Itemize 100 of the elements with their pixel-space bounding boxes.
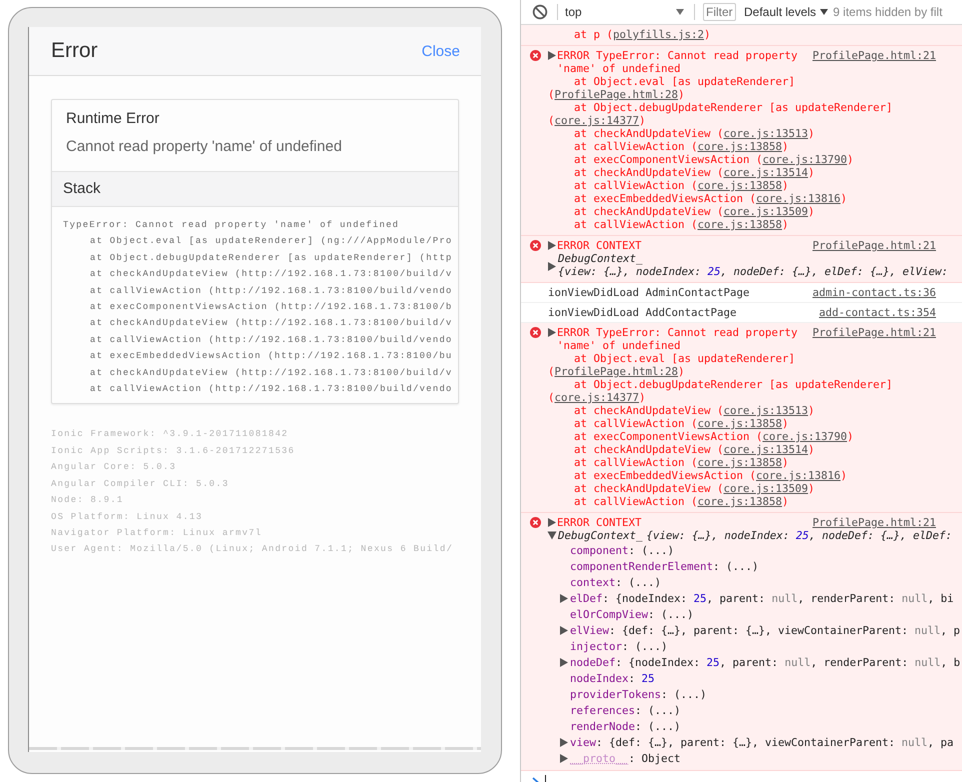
stack-line: at callViewAction (http://192.168.1.73:8100/build/vendo xyxy=(90,383,452,396)
error-icon xyxy=(530,517,540,528)
environment-line: OS Platform: Linux 4.13 xyxy=(51,510,203,524)
source-link[interactable]: admin-contact.ts:36 xyxy=(812,286,936,299)
source-link[interactable]: core.js:13790 xyxy=(762,430,848,443)
error-title: Runtime Error xyxy=(66,110,160,128)
expand-triangle-icon[interactable] xyxy=(548,532,556,540)
stack-line: at checkAndUpdateView (http://192.168.1.73:8100/build/v xyxy=(90,366,452,380)
object-preview: {view: {…}, nodeIndex: 25, nodeDef: {…}, elDef: xyxy=(646,529,952,542)
stack-line: at callViewAction (http://192.168.1.73:8100/build/vendo xyxy=(90,334,452,347)
environment-line: Angular Compiler CLI: 5.0.3 xyxy=(51,478,229,491)
filter-field[interactable]: Filter xyxy=(703,3,736,21)
source-link[interactable]: core.js:13858 xyxy=(698,417,782,430)
stack-header: Stack xyxy=(52,171,458,207)
source-link[interactable]: core.js:13509 xyxy=(724,205,808,218)
source-link[interactable]: ProfilePage.html:21 xyxy=(812,49,936,62)
expand-triangle-icon[interactable] xyxy=(548,518,556,527)
property-line: view: {def: {…}, parent: {…}, viewContainerParent: null, pa xyxy=(570,736,954,748)
source-link[interactable]: core.js:13858 xyxy=(698,456,782,469)
source-link[interactable]: core.js:13858 xyxy=(698,495,782,508)
source-link[interactable]: core.js:13514 xyxy=(724,166,808,179)
source-link[interactable]: ProfilePage.html:21 xyxy=(812,516,936,529)
source-link[interactable]: core.js:14377 xyxy=(554,114,640,127)
error-text: ERROR CONTEXT xyxy=(557,516,643,529)
stack-line: TypeError: Cannot read property 'name' of undefined xyxy=(63,219,400,232)
source-link[interactable]: core.js:13816 xyxy=(756,469,841,482)
expand-triangle-icon[interactable] xyxy=(548,262,556,270)
stack-line: at checkAndUpdateView (http://192.168.1.73:8100/build/v xyxy=(90,317,452,330)
object-label: DebugContext_ xyxy=(558,529,643,542)
expand-triangle-icon[interactable] xyxy=(560,658,568,666)
property-line: component: (...) xyxy=(570,544,674,556)
source-link[interactable]: ProfilePage.html:21 xyxy=(812,326,936,339)
stack-frame: at callViewAction (core.js:13858) xyxy=(548,456,936,469)
stack-frame: at checkAndUpdateView (core.js:13514) xyxy=(548,443,936,456)
source-link[interactable]: ProfilePage.html:21 xyxy=(812,239,936,252)
property-line: renderNode: (...) xyxy=(570,720,681,732)
expand-triangle-icon[interactable] xyxy=(548,328,556,337)
environment-line: User Agent: Mozilla/5.0 (Linux; Android 7.1.1; Nexus 6 Build/ xyxy=(51,543,454,556)
levels-select[interactable]: Default levels xyxy=(744,5,828,19)
source-link[interactable]: core.js:13858 xyxy=(698,179,782,192)
property-line: injector: (...) xyxy=(570,640,668,652)
stack-frame: at execEmbeddedViewsAction (core.js:13816) xyxy=(548,469,936,482)
property-line: elDef: {nodeIndex: 25, parent: null, renderParent: null, bi xyxy=(570,592,954,604)
stack-frame: at callViewAction (core.js:13858) xyxy=(548,417,936,430)
context-select[interactable]: top xyxy=(558,5,689,19)
property-line: elOrCompView: (...) xyxy=(570,608,694,620)
source-link[interactable]: core.js:14377 xyxy=(554,391,640,404)
dropdown-icon xyxy=(676,9,684,15)
stack-frame: at callViewAction (core.js:13858) xyxy=(548,218,936,231)
stack-line: at execEmbeddedViewsAction (http://192.168.1.73:8100/bu xyxy=(90,350,452,364)
stack-frame: at callViewAction (core.js:13858) xyxy=(548,179,936,192)
stack-frame: at checkAndUpdateView (core.js:13509) xyxy=(548,482,936,495)
property-line: __proto__: Object xyxy=(570,752,681,764)
stack-frame: at checkAndUpdateView (core.js:13513) xyxy=(548,404,936,417)
stack-frame: at checkAndUpdateView (core.js:13509) xyxy=(548,205,936,218)
stack-frame: at execComponentViewsAction (core.js:13790) xyxy=(548,153,936,166)
environment-line: Ionic Framework: ^3.9.1-201711081842 xyxy=(51,428,288,442)
stack-line: at Object.debugUpdateRenderer [as updateRenderer] (http xyxy=(90,252,452,265)
stack-frame: at Object.eval [as updateRenderer] (ProfilePage.html:28) xyxy=(548,352,936,378)
property-line: context: (...) xyxy=(570,576,662,588)
stack-frame: at callViewAction (core.js:13858) xyxy=(548,495,936,508)
source-link[interactable]: core.js:13514 xyxy=(724,443,808,456)
log-text: ionViewDidLoad AddContactPage xyxy=(548,306,738,319)
log-text: ionViewDidLoad AdminContactPage xyxy=(548,286,751,299)
expand-triangle-icon[interactable] xyxy=(560,594,568,602)
source-link[interactable]: add-contact.ts:354 xyxy=(818,306,936,319)
environment-line: Angular Core: 5.0.3 xyxy=(51,461,176,474)
source-link[interactable]: polyfills.js:2 xyxy=(613,28,704,41)
error-icon xyxy=(530,327,540,338)
stack-frame: at Object.eval [as updateRenderer] (ProfilePage.html:28) xyxy=(548,75,936,101)
property-line: providerTokens: (...) xyxy=(570,688,707,700)
source-link[interactable]: core.js:13858 xyxy=(698,140,782,153)
error-icon xyxy=(530,50,540,61)
source-link[interactable]: core.js:13816 xyxy=(756,192,841,205)
expand-triangle-icon[interactable] xyxy=(548,51,556,60)
property-line: nodeDef: {nodeIndex: 25, parent: null, renderParent: null, b xyxy=(570,656,960,668)
modal-title: Error xyxy=(51,39,98,63)
stack-frame: at checkAndUpdateView (core.js:13514) xyxy=(548,166,936,179)
object-preview: {view: {…}, nodeIndex: 25, nodeDef: {…}, elDef: {…}, elView: xyxy=(558,265,948,278)
property-line: nodeIndex: 25 xyxy=(570,672,655,684)
source-link[interactable]: ProfilePage.html:28 xyxy=(554,88,678,101)
source-link[interactable]: ProfilePage.html:28 xyxy=(554,365,678,378)
source-link[interactable]: core.js:13513 xyxy=(724,404,808,417)
object-label: DebugContext_ xyxy=(558,252,644,265)
stack-line: at execComponentViewsAction (http://192.168.1.73:8100/b xyxy=(90,301,452,314)
source-link[interactable]: core.js:13790 xyxy=(762,153,848,166)
expand-triangle-icon[interactable] xyxy=(548,241,556,250)
expand-triangle-icon[interactable] xyxy=(560,626,568,634)
source-link[interactable]: core.js:13509 xyxy=(724,482,808,495)
stack-frame: at checkAndUpdateView (core.js:13513) xyxy=(548,127,936,140)
stack-line: at callViewAction (http://192.168.1.73:8100/build/vendo xyxy=(90,284,452,298)
stack-frame: at execComponentViewsAction (core.js:13790) xyxy=(548,430,936,443)
environment-line: Node: 8.9.1 xyxy=(51,494,124,508)
source-link[interactable]: core.js:13513 xyxy=(724,127,808,140)
error-text: ERROR CONTEXT xyxy=(557,239,643,252)
environment-line: Ionic App Scripts: 3.1.6-201712271536 xyxy=(51,444,295,458)
clear-console-icon[interactable] xyxy=(532,4,548,20)
source-link[interactable]: core.js:13858 xyxy=(698,218,782,231)
stack-frame: at callViewAction (core.js:13858) xyxy=(548,140,936,153)
stack-frame: at Object.debugUpdateRenderer [as updateRenderer] (core.js:14377) xyxy=(548,101,936,127)
